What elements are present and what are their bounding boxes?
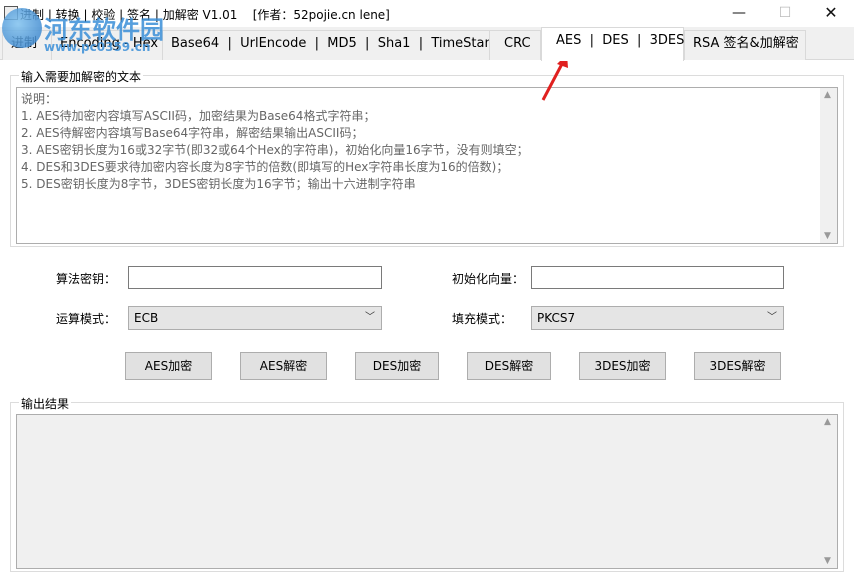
scroll-up-icon[interactable]: ▲ <box>824 417 831 427</box>
padding-label: 填充模式： <box>452 312 513 326</box>
tab-encoding-hex[interactable]: Encoding - Hex <box>51 30 163 60</box>
output-textarea[interactable]: ▲ ▼ <box>16 414 838 569</box>
minimize-button[interactable]: — <box>716 0 762 27</box>
scroll-down-icon[interactable]: ▼ <box>824 556 831 566</box>
tab-base[interactable]: 进制 <box>2 30 52 60</box>
input-group: 输入需要加解密的文本 说明： 1. AES待加密内容填写ASCII码，加密结果为… <box>10 68 844 247</box>
chevron-down-icon: ﹀ <box>767 312 777 323</box>
input-scrollbar[interactable]: ▲ ▼ <box>820 88 837 243</box>
maximize-button[interactable]: ☐ <box>762 0 808 27</box>
tab-base64-urlencode-md5-sha1-timestamp[interactable]: Base64 | UrlEncode | MD5 | Sha1 | TimeSt… <box>162 30 505 60</box>
tab-content-panel: 输入需要加解密的文本 说明： 1. AES待加密内容填写ASCII码，加密结果为… <box>0 60 854 585</box>
output-scrollbar[interactable]: ▲ ▼ <box>820 415 837 568</box>
3des-decrypt-button[interactable]: 3DES解密 <box>694 352 781 380</box>
des-encrypt-button[interactable]: DES加密 <box>355 352 439 380</box>
input-group-title: 输入需要加解密的文本 <box>19 68 144 85</box>
tab-rsa[interactable]: RSA 签名&加解密 <box>684 30 806 60</box>
window-title: 进制 | 转换 | 校验 | 签名 | 加解密 V1.01 [作者：52poji… <box>20 8 390 22</box>
aes-decrypt-button[interactable]: AES解密 <box>240 352 327 380</box>
mode-selected-value: ECB <box>134 311 159 325</box>
input-textarea[interactable]: 说明： 1. AES待加密内容填写ASCII码，加密结果为Base64格式字符串… <box>16 87 838 244</box>
memo-line: 3. AES密钥长度为16或32字节(即32或64个Hex的字符串)，初始化向量… <box>21 143 529 157</box>
scroll-up-icon[interactable]: ▲ <box>824 90 831 100</box>
scroll-down-icon[interactable]: ▼ <box>824 231 831 241</box>
chevron-down-icon: ﹀ <box>365 312 375 323</box>
memo-line: 说明： <box>21 92 58 106</box>
3des-encrypt-button[interactable]: 3DES加密 <box>579 352 666 380</box>
aes-encrypt-button[interactable]: AES加密 <box>125 352 212 380</box>
iv-label: 初始化向量： <box>452 272 525 286</box>
key-input[interactable] <box>128 266 382 289</box>
output-group-title: 输出结果 <box>19 395 72 412</box>
mode-label: 运算模式： <box>56 312 117 326</box>
title-bar: 进制 | 转换 | 校验 | 签名 | 加解密 V1.01 [作者：52poji… <box>0 0 854 27</box>
memo-line: 2. AES待解密内容填写Base64字符串，解密结果输出ASCII码； <box>21 126 364 140</box>
iv-input[interactable] <box>531 266 784 289</box>
key-label: 算法密钥： <box>56 272 117 286</box>
output-group: 输出结果 ▲ ▼ <box>10 395 844 572</box>
des-decrypt-button[interactable]: DES解密 <box>467 352 551 380</box>
tab-crc[interactable]: CRC <box>489 30 541 60</box>
memo-line: 5. DES密钥长度为8字节，3DES密钥长度为16字节；输出十六进制字符串 <box>21 177 416 191</box>
close-button[interactable]: ✕ <box>808 0 854 27</box>
memo-line: 4. DES和3DES要求待加密内容长度为8字节的倍数(即填写的Hex字符串长度… <box>21 160 509 174</box>
tab-strip: 进制 Encoding - Hex Base64 | UrlEncode | M… <box>0 27 854 61</box>
tab-aes-des-3des[interactable]: AES | DES | 3DES <box>541 27 684 61</box>
padding-select[interactable]: PKCS7 ﹀ <box>531 306 784 330</box>
mode-select[interactable]: ECB ﹀ <box>128 306 382 330</box>
padding-selected-value: PKCS7 <box>537 311 576 325</box>
output-value <box>17 415 837 418</box>
memo-line: 1. AES待加密内容填写ASCII码，加密结果为Base64格式字符串； <box>21 109 376 123</box>
app-icon <box>4 6 18 20</box>
